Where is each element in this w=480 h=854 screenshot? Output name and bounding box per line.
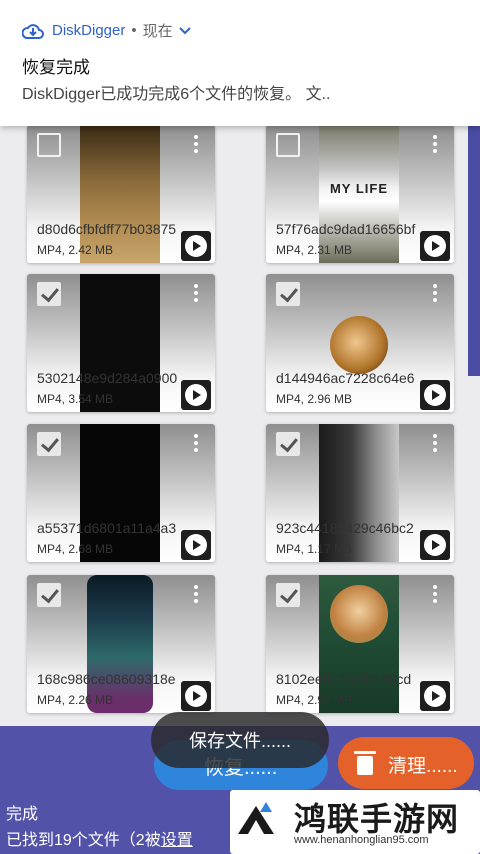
select-checkbox[interactable] [37, 583, 61, 607]
more-vert-icon[interactable] [432, 585, 438, 605]
clean-button[interactable]: 清理...... [338, 737, 474, 789]
select-checkbox[interactable] [37, 432, 61, 456]
more-vert-icon[interactable] [193, 434, 199, 454]
saving-toast: 保存文件...... [151, 712, 329, 768]
more-vert-icon[interactable] [432, 434, 438, 454]
notification-time: 现在 [142, 23, 173, 40]
file-meta: MP4, 3.54 MB [37, 392, 114, 406]
avatar [330, 585, 388, 643]
status-summary: 已找到19个文件（2被设置 [6, 826, 193, 850]
select-checkbox[interactable] [37, 133, 61, 157]
watermark: 鸿联手游网 www.henanhonglian95.com [230, 790, 480, 854]
play-icon[interactable] [181, 231, 211, 261]
notification-body: DiskDigger已成功完成6个文件的恢复。 文.. [22, 86, 331, 103]
notification-header: DiskDigger • 现在 [22, 20, 191, 41]
play-icon[interactable] [420, 380, 450, 410]
file-card[interactable]: 168c986ce08609318e MP4, 2.26 MB [27, 575, 215, 713]
video-thumbnail [330, 316, 388, 374]
notification-separator: • [131, 22, 137, 39]
play-icon[interactable] [420, 530, 450, 560]
select-checkbox[interactable] [37, 282, 61, 306]
file-card[interactable]: 5302148e9d284a0900 MP4, 3.54 MB [27, 274, 215, 412]
more-vert-icon[interactable] [432, 284, 438, 304]
select-checkbox[interactable] [276, 282, 300, 306]
play-icon[interactable] [181, 681, 211, 711]
file-meta: MP4, 2.68 MB [37, 542, 114, 556]
file-card[interactable]: d144946ac7228c64e6 MP4, 2.96 MB [266, 274, 454, 412]
file-meta: MP4, 2.96 MB [276, 392, 353, 406]
file-name: 57f76adc9dad16656bf [276, 221, 416, 237]
file-meta: MP4, 2.92 MB [276, 693, 353, 707]
status-summary-text: 已找到19个文件（2被 [6, 832, 161, 849]
cloud-restore-icon [22, 23, 44, 39]
file-name: 5302148e9d284a0900 [37, 370, 178, 386]
recovery-notification[interactable]: DiskDigger • 现在 恢复完成 DiskDigger已成功完成6个文件… [0, 0, 480, 126]
file-meta: MP4, 2.42 MB [37, 243, 114, 257]
more-vert-icon[interactable] [193, 284, 199, 304]
play-icon[interactable] [420, 231, 450, 261]
clean-label: 清理...... [388, 756, 458, 777]
file-card[interactable]: MY LIFE 57f76adc9dad16656bf MP4, 2.31 MB [266, 125, 454, 263]
file-meta: MP4, 2.26 MB [37, 693, 114, 707]
watermark-logo-icon [238, 802, 274, 834]
trash-icon [354, 751, 376, 775]
scrollbar[interactable] [468, 126, 480, 376]
select-checkbox[interactable] [276, 133, 300, 157]
more-vert-icon[interactable] [432, 135, 438, 155]
play-icon[interactable] [181, 380, 211, 410]
more-vert-icon[interactable] [193, 135, 199, 155]
watermark-url: www.henanhonglian95.com [294, 834, 429, 846]
status-text: 完成 [6, 806, 39, 823]
file-meta: MP4, 1.17 MB [276, 542, 353, 556]
file-card[interactable]: 923c44185429c46bc2 MP4, 1.17 MB [266, 424, 454, 562]
file-meta: MP4, 2.31 MB [276, 243, 353, 257]
settings-link[interactable]: 设置 [161, 832, 193, 849]
notification-title: 恢复完成 [22, 58, 90, 77]
file-name: 923c44185429c46bc2 [276, 520, 414, 536]
file-name: 168c986ce08609318e [37, 671, 176, 687]
file-card[interactable]: d80d6cfbfdff77b03875 MP4, 2.42 MB [27, 125, 215, 263]
file-card[interactable]: a55371d6801a11a4a3 MP4, 2.68 MB [27, 424, 215, 562]
file-card[interactable]: 8102eeff4284f8140cd MP4, 2.92 MB [266, 575, 454, 713]
toast-text: 保存文件...... [188, 731, 291, 751]
select-checkbox[interactable] [276, 583, 300, 607]
file-name: d80d6cfbfdff77b03875 [37, 221, 177, 237]
chevron-down-icon[interactable] [178, 24, 191, 38]
notification-app-name: DiskDigger [52, 22, 126, 39]
play-icon[interactable] [181, 530, 211, 560]
select-checkbox[interactable] [276, 432, 300, 456]
more-vert-icon[interactable] [193, 585, 199, 605]
file-name: 8102eeff4284f8140cd [276, 671, 412, 687]
file-name: a55371d6801a11a4a3 [37, 520, 177, 536]
thumbnail-caption: MY LIFE [329, 181, 389, 196]
play-icon[interactable] [420, 681, 450, 711]
file-name: d144946ac7228c64e6 [276, 370, 415, 386]
